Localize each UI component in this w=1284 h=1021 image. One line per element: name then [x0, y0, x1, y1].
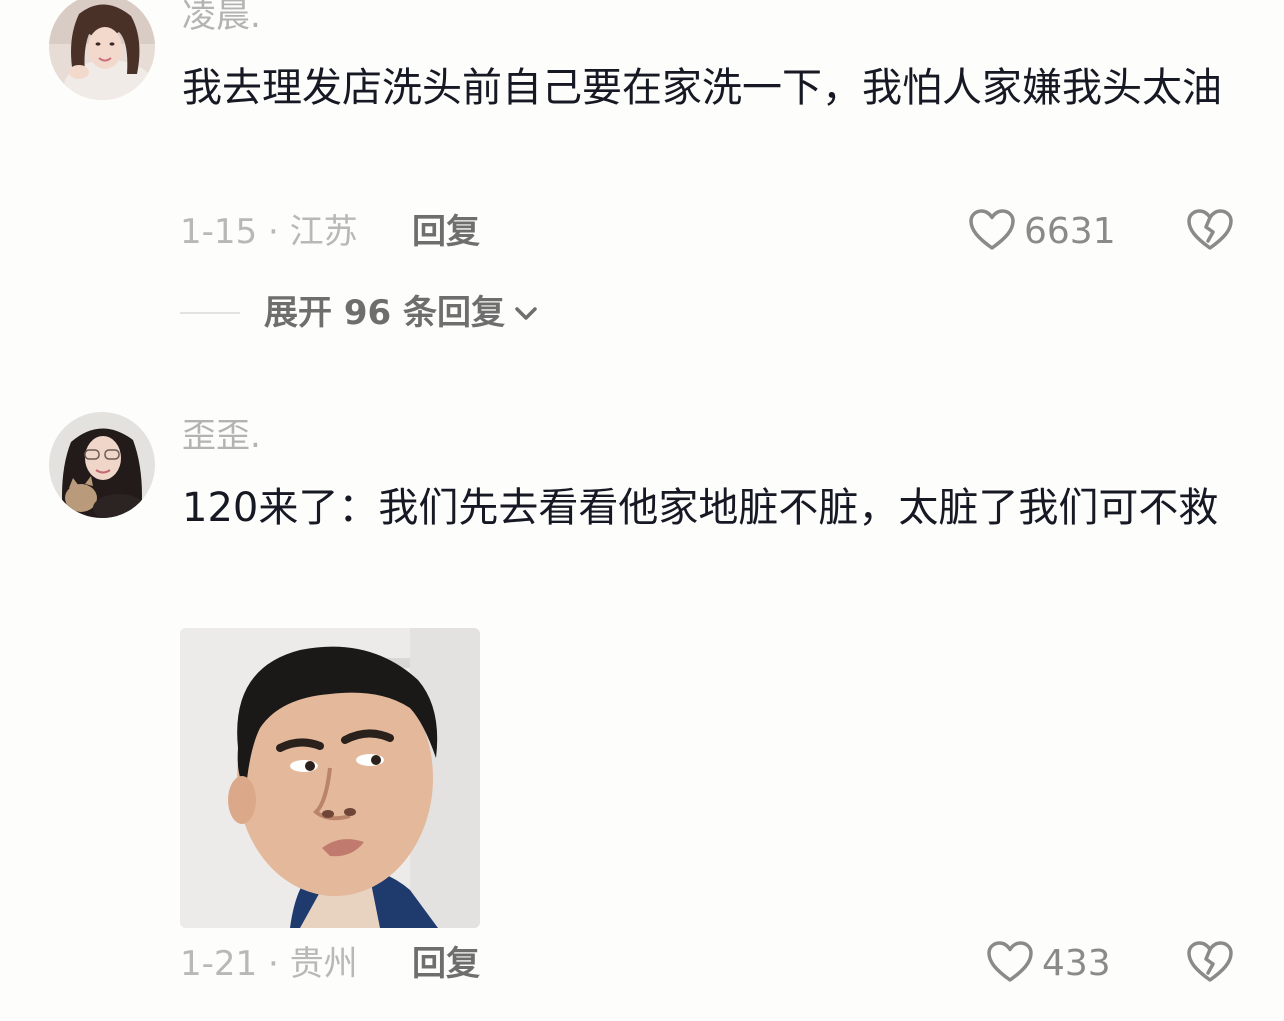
like-button[interactable]: 433	[986, 940, 1111, 988]
broken-heart-icon	[1186, 208, 1234, 256]
username[interactable]: 凌晨.	[182, 0, 261, 36]
username[interactable]: 歪歪.	[182, 416, 261, 456]
expand-replies-label[interactable]: 展开 96 条回复	[264, 288, 505, 338]
comment-item: 歪歪. 120来了：我们先去看看他家地脏不脏，太脏了我们可不救 1-21 · 贵…	[0, 400, 1284, 1020]
broken-heart-icon	[1186, 940, 1234, 988]
avatar[interactable]	[49, 0, 155, 100]
comment-meta: 1-21 · 贵州 回复 433	[180, 940, 1240, 988]
like-button[interactable]: 6631	[968, 208, 1116, 256]
sticker-image[interactable]	[180, 628, 480, 928]
chevron-down-icon	[513, 303, 539, 323]
heart-outline-icon	[968, 208, 1016, 256]
expand-replies[interactable]: 展开 96 条回复	[180, 288, 539, 338]
comment-text: 我去理发店洗头前自己要在家洗一下，我怕人家嫌我头太油	[182, 65, 1222, 111]
comment-text: 120来了：我们先去看看他家地脏不脏，太脏了我们可不救	[182, 485, 1219, 531]
like-count: 6631	[1024, 211, 1116, 252]
like-count: 433	[1042, 943, 1111, 984]
comment-meta: 1-15 · 江苏 回复 6631	[180, 208, 1240, 256]
avatar[interactable]	[49, 412, 155, 518]
divider	[180, 312, 240, 314]
heart-outline-icon	[986, 940, 1034, 988]
reply-button[interactable]: 回复	[412, 940, 480, 988]
date-location: 1-21 · 贵州	[180, 944, 358, 984]
comment-item: 凌晨. 我去理发店洗头前自己要在家洗一下，我怕人家嫌我头太油 1-15 · 江苏…	[0, 0, 1284, 340]
dislike-button[interactable]	[1186, 208, 1234, 256]
dislike-button[interactable]	[1186, 940, 1234, 988]
reply-button[interactable]: 回复	[412, 208, 480, 256]
date-location: 1-15 · 江苏	[180, 212, 358, 252]
